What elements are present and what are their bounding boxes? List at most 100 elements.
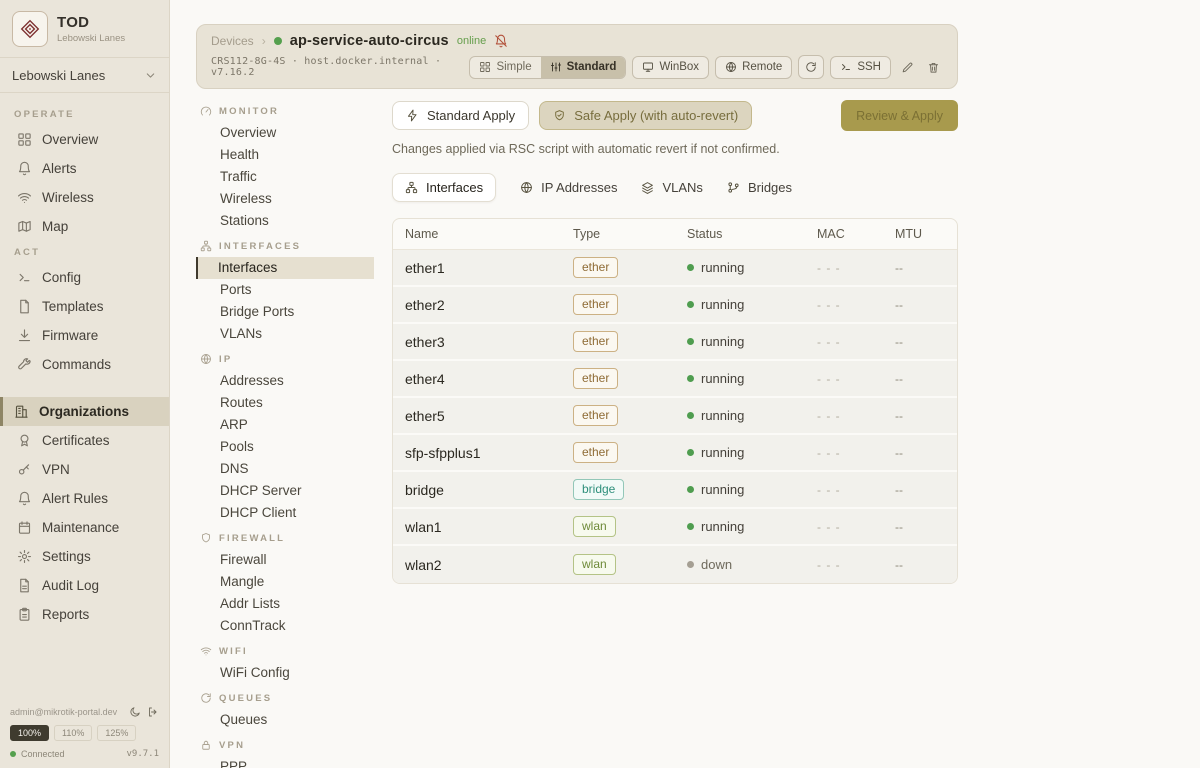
remote-button[interactable]: Remote xyxy=(715,56,792,79)
device-nav-item-health[interactable]: Health xyxy=(196,144,374,166)
type-badge: ether xyxy=(573,442,618,464)
device-nav-item-vlans[interactable]: VLANs xyxy=(196,323,374,345)
org-selector[interactable]: Lebowski Lanes xyxy=(0,58,169,93)
sidebar-item-label: Firmware xyxy=(42,328,98,343)
table-row-wlan1[interactable]: wlan1wlanrunning- - --- xyxy=(393,509,957,546)
status-dot xyxy=(687,338,694,345)
device-nav-item-conntrack[interactable]: ConnTrack xyxy=(196,615,374,637)
device-nav-item-dns[interactable]: DNS xyxy=(196,458,374,480)
device-meta-row: CRS112-8G-4S · host.docker.internal · v7… xyxy=(211,55,943,79)
status-label: running xyxy=(701,519,744,534)
zoom-110-button[interactable]: 110% xyxy=(54,725,92,741)
device-nav-item-traffic[interactable]: Traffic xyxy=(196,166,374,188)
sidebar-item-wireless[interactable]: Wireless xyxy=(0,183,169,212)
simple-mode-button[interactable]: Simple xyxy=(470,57,540,78)
standard-apply-button[interactable]: Standard Apply xyxy=(392,101,529,130)
notifications-muted-icon[interactable] xyxy=(494,34,508,48)
device-nav-item-ports[interactable]: Ports xyxy=(196,279,374,301)
device-nav-item-mangle[interactable]: Mangle xyxy=(196,571,374,593)
cell-status: down xyxy=(687,557,817,572)
edit-device-button[interactable] xyxy=(897,57,917,77)
device-nav-item-bridge-ports[interactable]: Bridge Ports xyxy=(196,301,374,323)
sidebar-item-firmware[interactable]: Firmware xyxy=(0,321,169,350)
winbox-button[interactable]: WinBox xyxy=(632,56,709,79)
wifi-icon xyxy=(200,645,212,657)
device-nav-item-wireless[interactable]: Wireless xyxy=(196,188,374,210)
theme-toggle-moon-icon[interactable] xyxy=(129,706,141,718)
sidebar-item-vpn[interactable]: VPN xyxy=(0,455,169,484)
device-nav-item-dhcp-server[interactable]: DHCP Server xyxy=(196,480,374,502)
standard-mode-button[interactable]: Standard xyxy=(541,57,626,78)
zoom-100-button[interactable]: 100% xyxy=(10,725,49,741)
device-nav-item-arp[interactable]: ARP xyxy=(196,414,374,436)
device-nav-item-addresses[interactable]: Addresses xyxy=(196,370,374,392)
table-row-ether2[interactable]: ether2etherrunning- - --- xyxy=(393,287,957,324)
device-nav-section-label: VPN xyxy=(219,740,245,751)
type-badge: ether xyxy=(573,257,618,279)
sidebar-item-settings[interactable]: Settings xyxy=(0,542,169,571)
device-nav-item-queues[interactable]: Queues xyxy=(196,709,374,731)
status-label: running xyxy=(701,371,744,386)
status-label: down xyxy=(701,557,732,572)
device-name: ap-service-auto-circus xyxy=(290,33,449,49)
table-row-ether4[interactable]: ether4etherrunning- - --- xyxy=(393,361,957,398)
cell-mac: - - - xyxy=(817,335,895,349)
sidebar-item-certificates[interactable]: Certificates xyxy=(0,426,169,455)
device-nav-section-header: QUEUES xyxy=(196,687,392,709)
device-nav-item-dhcp-client[interactable]: DHCP Client xyxy=(196,502,374,524)
layers-icon xyxy=(641,181,654,194)
cell-status: running xyxy=(687,260,817,275)
device-nav-item-addr-lists[interactable]: Addr Lists xyxy=(196,593,374,615)
building-icon xyxy=(14,404,29,419)
globe-icon xyxy=(520,181,533,194)
cell-status: running xyxy=(687,334,817,349)
safe-apply-button[interactable]: Safe Apply (with auto-revert) xyxy=(539,101,752,130)
tab-ip-addresses[interactable]: IP Addresses xyxy=(520,180,617,195)
bell-icon xyxy=(17,491,32,506)
breadcrumb-devices-link[interactable]: Devices xyxy=(211,34,254,48)
sidebar-item-organizations[interactable]: Organizations xyxy=(0,397,169,426)
tab-interfaces[interactable]: Interfaces xyxy=(392,173,496,202)
table-row-ether5[interactable]: ether5etherrunning- - --- xyxy=(393,398,957,435)
refresh-button[interactable] xyxy=(798,55,824,79)
device-nav-item-wifi-config[interactable]: WiFi Config xyxy=(196,662,374,684)
sidebar-item-reports[interactable]: Reports xyxy=(0,600,169,629)
sidebar-item-alerts[interactable]: Alerts xyxy=(0,154,169,183)
sidebar-item-templates[interactable]: Templates xyxy=(0,292,169,321)
table-row-wlan2[interactable]: wlan2wlandown- - --- xyxy=(393,546,957,583)
sidebar-item-audit-log[interactable]: Audit Log xyxy=(0,571,169,600)
tab-label: Interfaces xyxy=(426,180,483,195)
zoom-125-button[interactable]: 125% xyxy=(97,725,136,741)
tab-vlans[interactable]: VLANs xyxy=(641,180,702,195)
table-header-row: NameTypeStatusMACMTU xyxy=(393,219,957,250)
cell-mac: - - - xyxy=(817,483,895,497)
device-nav-item-overview[interactable]: Overview xyxy=(196,122,374,144)
delete-device-button[interactable] xyxy=(923,57,943,77)
sidebar-item-config[interactable]: Config xyxy=(0,263,169,292)
device-nav-section-label: IP xyxy=(219,354,232,365)
device-nav-item-firewall[interactable]: Firewall xyxy=(196,549,374,571)
logout-icon[interactable] xyxy=(147,706,159,718)
sidebar-item-commands[interactable]: Commands xyxy=(0,350,169,379)
table-row-ether3[interactable]: ether3etherrunning- - --- xyxy=(393,324,957,361)
device-nav-item-interfaces[interactable]: Interfaces xyxy=(196,257,374,279)
review-apply-button[interactable]: Review & Apply xyxy=(841,100,958,131)
device-nav-item-pools[interactable]: Pools xyxy=(196,436,374,458)
tab-label: Bridges xyxy=(748,180,792,195)
sidebar-item-maintenance[interactable]: Maintenance xyxy=(0,513,169,542)
cell-status: running xyxy=(687,519,817,534)
status-dot xyxy=(687,561,694,568)
shield-check-icon xyxy=(553,109,566,122)
sidebar-item-map[interactable]: Map xyxy=(0,212,169,241)
tab-bridges[interactable]: Bridges xyxy=(727,180,792,195)
device-nav-item-stations[interactable]: Stations xyxy=(196,210,374,232)
table-row-bridge[interactable]: bridgebridgerunning- - --- xyxy=(393,472,957,509)
sidebar-item-overview[interactable]: Overview xyxy=(0,125,169,154)
device-nav-item-ppp[interactable]: PPP xyxy=(196,756,374,768)
table-row-sfp-sfpplus1[interactable]: sfp-sfpplus1etherrunning- - --- xyxy=(393,435,957,472)
sidebar-item-alert-rules[interactable]: Alert Rules xyxy=(0,484,169,513)
table-row-ether1[interactable]: ether1etherrunning- - --- xyxy=(393,250,957,287)
device-nav-item-routes[interactable]: Routes xyxy=(196,392,374,414)
cell-mtu: -- xyxy=(895,446,957,460)
ssh-button[interactable]: SSH xyxy=(830,56,891,79)
